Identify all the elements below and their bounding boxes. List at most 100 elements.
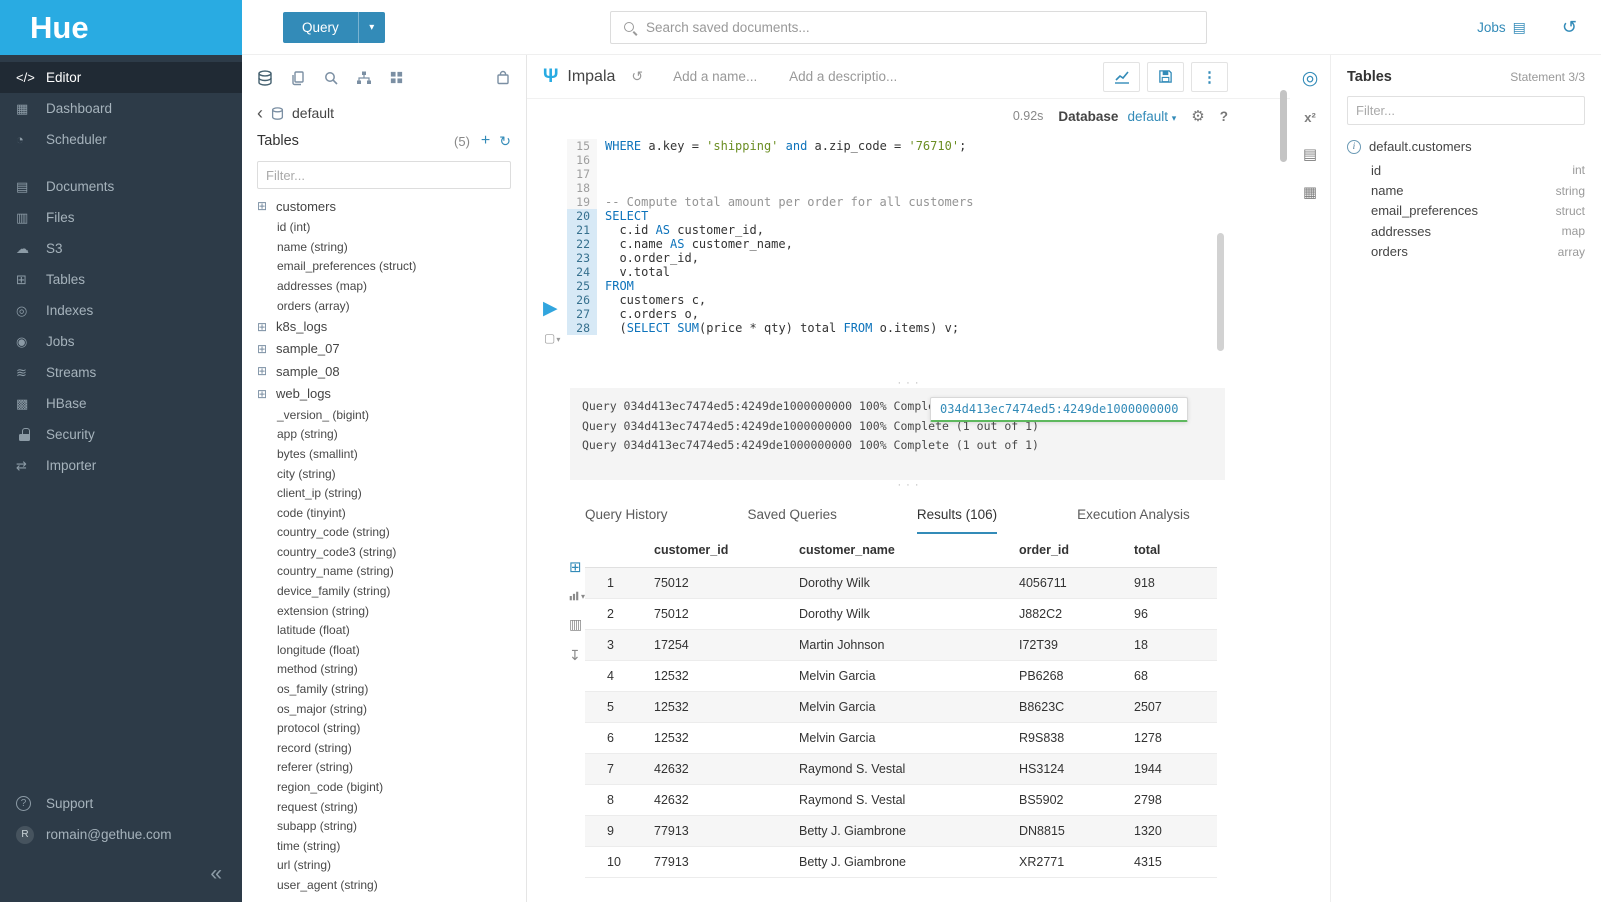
results-column-header[interactable]: order_id [1013,534,1128,567]
search-assist-icon[interactable] [323,70,339,86]
column-item[interactable]: app (string) [257,425,526,445]
table-item[interactable]: ⊞customers [257,195,526,217]
table-item[interactable]: ⊞sample_08 [257,360,526,382]
editor-scrollbar[interactable] [1217,233,1224,351]
column-item[interactable]: name (string) [257,237,526,257]
table-row[interactable]: 1077913Betty J. GiambroneXR27714315 [585,846,1217,877]
sidebar-item-scheduler[interactable]: ◔Scheduler [0,124,242,155]
column-item[interactable]: request (string) [257,797,526,817]
table-item[interactable]: ⊞sample_07 [257,338,526,360]
column-item[interactable]: os_family (string) [257,679,526,699]
column-item[interactable]: orders (array) [257,296,526,316]
sidebar-item-importer[interactable]: ⇄Importer [0,450,242,481]
column-item[interactable]: time (string) [257,836,526,856]
column-item[interactable]: code (tinyint) [257,503,526,523]
sidebar-item-documents[interactable]: ▤Documents [0,171,242,202]
column-item[interactable]: referer (string) [257,758,526,778]
column-item[interactable]: idint [1347,160,1585,180]
table-row[interactable]: 412532Melvin GarciaPB626868 [585,660,1217,691]
sidebar-item-s3[interactable]: ☁S3 [0,233,242,264]
results-column-header[interactable]: customer_name [793,534,1013,567]
column-item[interactable]: addressesmap [1347,221,1585,241]
documents-assist-icon[interactable] [290,70,306,86]
column-item[interactable]: latitude (float) [257,620,526,640]
tab-results-106-[interactable]: Results (106) [917,507,997,534]
settings-icon[interactable]: ⚙ [1191,107,1204,125]
results-column-header[interactable]: total [1128,534,1217,567]
tab-query-history[interactable]: Query History [585,507,668,534]
grid-view-icon[interactable]: ⊞ [569,558,585,576]
right-filter-input[interactable] [1347,96,1585,125]
column-item[interactable]: extension (string) [257,601,526,621]
tab-saved-queries[interactable]: Saved Queries [748,507,837,534]
column-item[interactable]: namestring [1347,180,1585,200]
column-item[interactable]: method (string) [257,660,526,680]
jobs-link[interactable]: Jobs ▤ [1477,19,1526,36]
chart-view-icon[interactable]: ▾ [569,590,585,602]
sidebar-item-security[interactable]: Security [0,419,242,450]
active-table-ref[interactable]: i default.customers [1347,139,1585,154]
explain-dropdown[interactable]: ▢▾ [544,331,560,345]
query-button[interactable]: Query [283,12,358,43]
more-actions-button[interactable]: ⋮ [1191,62,1228,92]
query-name-input[interactable] [673,69,773,84]
breadcrumb-database[interactable]: default [292,105,334,121]
chart-button[interactable] [1103,62,1140,92]
column-item[interactable]: device_family (string) [257,581,526,601]
assist-toggle-icon[interactable]: ◎ [1302,67,1319,90]
sidebar-item-streams[interactable]: ≋Streams [0,357,242,388]
download-icon[interactable]: ↧ [569,647,585,664]
column-item[interactable]: email_preferencesstruct [1347,201,1585,221]
bag-icon[interactable] [495,70,511,86]
column-item[interactable]: client_ip (string) [257,483,526,503]
history-icon[interactable]: ↺ [1562,17,1577,38]
schedule-icon[interactable]: ▦ [1303,183,1317,201]
column-item[interactable]: id (int) [257,217,526,237]
column-item[interactable]: subapp (string) [257,816,526,836]
help-icon[interactable]: ? [1220,109,1228,124]
column-item[interactable]: _version_ (bigint) [257,405,526,425]
table-row[interactable]: 612532Melvin GarciaR9S8381278 [585,722,1217,753]
sidebar-item-hbase[interactable]: ▩HBase [0,388,242,419]
sitemap-icon[interactable] [356,70,372,86]
sidebar-item-support[interactable]: ? Support [0,788,242,819]
column-item[interactable]: city (string) [257,464,526,484]
column-item[interactable]: region_code (bigint) [257,777,526,797]
user-account[interactable]: R romain@gethue.com [0,819,242,850]
table-row[interactable]: 742632Raymond S. VestalHS31241944 [585,753,1217,784]
execute-button[interactable]: ▶ [543,299,558,318]
sql-editor[interactable]: 15WHERE a.key = 'shipping' and a.zip_cod… [527,133,1290,378]
sidebar-item-indexes[interactable]: ◎Indexes [0,295,242,326]
table-row[interactable]: 175012Dorothy Wilk4056711918 [585,567,1217,598]
save-button[interactable] [1147,62,1184,92]
column-item[interactable]: url (string) [257,856,526,876]
column-item[interactable]: country_code (string) [257,522,526,542]
column-item[interactable]: longitude (float) [257,640,526,660]
sidebar-item-files[interactable]: ▥Files [0,202,242,233]
search-input[interactable] [646,20,1206,35]
add-table-icon[interactable]: + [481,132,490,150]
column-item[interactable]: country_code3 (string) [257,542,526,562]
table-row[interactable]: 977913Betty J. GiambroneDN88151320 [585,815,1217,846]
column-item[interactable]: os_major (string) [257,699,526,719]
resize-handle-bottom[interactable] [527,480,1290,490]
refresh-icon[interactable]: ↻ [499,133,511,150]
table-row[interactable]: 512532Melvin GarciaB8623C2507 [585,691,1217,722]
databases-icon[interactable] [257,70,273,86]
table-row[interactable]: 317254Martin JohnsonI72T3918 [585,629,1217,660]
column-item[interactable]: protocol (string) [257,718,526,738]
column-item[interactable]: country_name (string) [257,562,526,582]
language-reference-icon[interactable]: ▤ [1303,145,1317,163]
query-dropdown-caret[interactable]: ▾ [358,12,385,43]
functions-icon[interactable]: x² [1304,110,1316,125]
columns-view-icon[interactable]: ▥ [569,616,585,633]
column-item[interactable]: user_agent (string) [257,875,526,895]
sidebar-item-dashboard[interactable]: ▦Dashboard [0,93,242,124]
table-row[interactable]: 842632Raymond S. VestalBS59022798 [585,784,1217,815]
sidebar-item-editor[interactable]: </>Editor [0,62,242,93]
column-item[interactable]: email_preferences (struct) [257,257,526,277]
table-filter-input[interactable] [257,161,511,189]
apps-grid-icon[interactable] [389,70,404,85]
sidebar-item-jobs[interactable]: ◉Jobs [0,326,242,357]
query-description-input[interactable] [789,69,901,84]
